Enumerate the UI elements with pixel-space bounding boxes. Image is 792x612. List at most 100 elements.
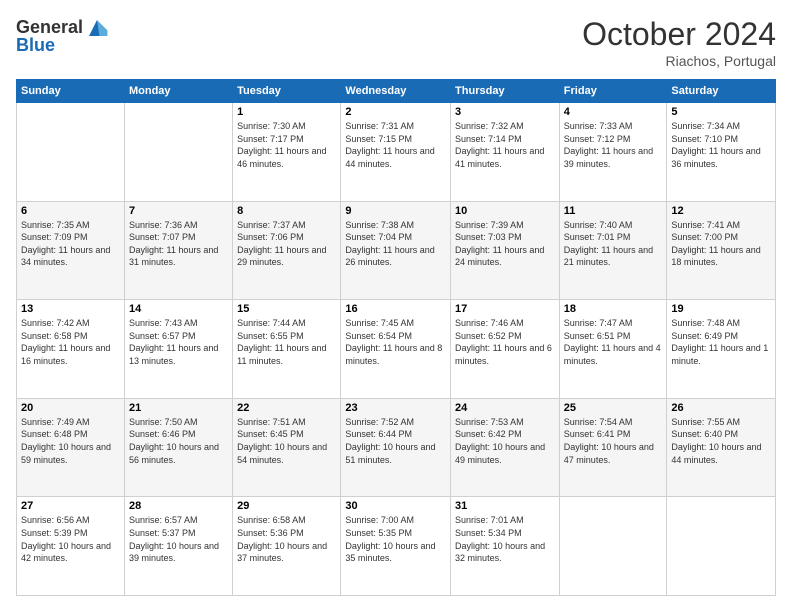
day-number-19: 19 [671,303,771,315]
day-number-25: 25 [564,402,663,414]
day-number-8: 8 [237,205,336,217]
header-thursday: Thursday [451,80,560,103]
month-title: October 2024 [582,16,776,53]
day-info-20: Sunrise: 7:49 AM Sunset: 6:48 PM Dayligh… [21,416,120,466]
title-block: October 2024 Riachos, Portugal [582,16,776,69]
day-number-26: 26 [671,402,771,414]
calendar-cell-0-5: 4 Sunrise: 7:33 AM Sunset: 7:12 PM Daylig… [559,103,667,202]
calendar-cell-1-5: 11 Sunrise: 7:40 AM Sunset: 7:01 PM Dayli… [559,201,667,300]
day-number-9: 9 [345,205,446,217]
header-wednesday: Wednesday [341,80,451,103]
day-number-1: 1 [237,106,336,118]
day-number-17: 17 [455,303,555,315]
calendar-cell-3-6: 26 Sunrise: 7:55 AM Sunset: 6:40 PM Dayli… [667,398,776,497]
day-number-21: 21 [129,402,228,414]
day-number-4: 4 [564,106,663,118]
calendar-cell-2-5: 18 Sunrise: 7:47 AM Sunset: 6:51 PM Dayli… [559,300,667,399]
calendar-cell-3-4: 24 Sunrise: 7:53 AM Sunset: 6:42 PM Dayli… [451,398,560,497]
calendar-cell-4-1: 28Sunrise: 6:57 AM Sunset: 5:37 PM Dayli… [124,497,232,596]
day-info-26: Sunrise: 7:55 AM Sunset: 6:40 PM Dayligh… [671,416,771,466]
day-info-8: Sunrise: 7:37 AM Sunset: 7:06 PM Dayligh… [237,219,336,269]
header-monday: Monday [124,80,232,103]
calendar-cell-2-6: 19 Sunrise: 7:48 AM Sunset: 6:49 PM Dayli… [667,300,776,399]
calendar-cell-1-0: 6Sunrise: 7:35 AM Sunset: 7:09 PM Daylig… [17,201,125,300]
calendar-table: Sunday Monday Tuesday Wednesday Thursday… [16,79,776,596]
logo-icon [85,16,109,40]
header: General Blue October 2024 Riachos, Portu… [16,16,776,69]
calendar-cell-4-5 [559,497,667,596]
day-number-22: 22 [237,402,336,414]
day-info-13: Sunrise: 7:42 AM Sunset: 6:58 PM Dayligh… [21,317,120,367]
day-number-29: 29 [237,500,336,512]
calendar-cell-1-6: 12Sunrise: 7:41 AM Sunset: 7:00 PM Dayli… [667,201,776,300]
day-number-27: 27 [21,500,120,512]
calendar-cell-4-3: 30 Sunrise: 7:00 AM Sunset: 5:35 PM Dayli… [341,497,451,596]
calendar-cell-3-2: 22Sunrise: 7:51 AM Sunset: 6:45 PM Dayli… [233,398,341,497]
day-info-11: Sunrise: 7:40 AM Sunset: 7:01 PM Dayligh… [564,219,663,269]
day-info-3: Sunrise: 7:32 AM Sunset: 7:14 PM Dayligh… [455,120,555,170]
calendar-cell-1-2: 8 Sunrise: 7:37 AM Sunset: 7:06 PM Daylig… [233,201,341,300]
day-info-5: Sunrise: 7:34 AM Sunset: 7:10 PM Dayligh… [671,120,771,170]
day-info-27: Sunrise: 6:56 AM Sunset: 5:39 PM Dayligh… [21,514,120,564]
page: General Blue October 2024 Riachos, Portu… [0,0,792,612]
calendar-cell-1-1: 7 Sunrise: 7:36 AM Sunset: 7:07 PM Daylig… [124,201,232,300]
calendar-cell-1-3: 9 Sunrise: 7:38 AM Sunset: 7:04 PM Daylig… [341,201,451,300]
day-info-30: Sunrise: 7:00 AM Sunset: 5:35 PM Dayligh… [345,514,446,564]
day-number-14: 14 [129,303,228,315]
day-info-4: Sunrise: 7:33 AM Sunset: 7:12 PM Dayligh… [564,120,663,170]
week-row-0: 1 Sunrise: 7:30 AM Sunset: 7:17 PM Daylig… [17,103,776,202]
week-row-2: 13 Sunrise: 7:42 AM Sunset: 6:58 PM Dayli… [17,300,776,399]
calendar-cell-2-1: 14 Sunrise: 7:43 AM Sunset: 6:57 PM Dayli… [124,300,232,399]
location: Riachos, Portugal [582,53,776,69]
day-info-9: Sunrise: 7:38 AM Sunset: 7:04 PM Dayligh… [345,219,446,269]
logo: General Blue [16,16,109,56]
calendar-cell-4-4: 31 Sunrise: 7:01 AM Sunset: 5:34 PM Dayli… [451,497,560,596]
day-number-13: 13 [21,303,120,315]
calendar-cell-0-4: 3 Sunrise: 7:32 AM Sunset: 7:14 PM Daylig… [451,103,560,202]
day-info-7: Sunrise: 7:36 AM Sunset: 7:07 PM Dayligh… [129,219,228,269]
day-number-16: 16 [345,303,446,315]
day-number-12: 12 [671,205,771,217]
calendar-cell-2-2: 15Sunrise: 7:44 AM Sunset: 6:55 PM Dayli… [233,300,341,399]
day-number-20: 20 [21,402,120,414]
calendar-cell-0-3: 2Sunrise: 7:31 AM Sunset: 7:15 PM Daylig… [341,103,451,202]
day-number-23: 23 [345,402,446,414]
calendar-cell-0-0 [17,103,125,202]
day-number-3: 3 [455,106,555,118]
calendar-cell-4-0: 27 Sunrise: 6:56 AM Sunset: 5:39 PM Dayli… [17,497,125,596]
calendar-cell-0-1 [124,103,232,202]
day-info-16: Sunrise: 7:45 AM Sunset: 6:54 PM Dayligh… [345,317,446,367]
calendar-cell-4-6 [667,497,776,596]
calendar-cell-3-1: 21Sunrise: 7:50 AM Sunset: 6:46 PM Dayli… [124,398,232,497]
day-number-24: 24 [455,402,555,414]
day-info-17: Sunrise: 7:46 AM Sunset: 6:52 PM Dayligh… [455,317,555,367]
day-number-6: 6 [21,205,120,217]
day-info-2: Sunrise: 7:31 AM Sunset: 7:15 PM Dayligh… [345,120,446,170]
week-row-4: 27 Sunrise: 6:56 AM Sunset: 5:39 PM Dayli… [17,497,776,596]
day-number-7: 7 [129,205,228,217]
day-info-1: Sunrise: 7:30 AM Sunset: 7:17 PM Dayligh… [237,120,336,170]
day-info-14: Sunrise: 7:43 AM Sunset: 6:57 PM Dayligh… [129,317,228,367]
day-number-18: 18 [564,303,663,315]
day-info-24: Sunrise: 7:53 AM Sunset: 6:42 PM Dayligh… [455,416,555,466]
calendar-cell-2-0: 13 Sunrise: 7:42 AM Sunset: 6:58 PM Dayli… [17,300,125,399]
day-number-30: 30 [345,500,446,512]
header-saturday: Saturday [667,80,776,103]
day-number-15: 15 [237,303,336,315]
header-friday: Friday [559,80,667,103]
calendar-cell-2-3: 16 Sunrise: 7:45 AM Sunset: 6:54 PM Dayli… [341,300,451,399]
calendar-cell-3-3: 23 Sunrise: 7:52 AM Sunset: 6:44 PM Dayli… [341,398,451,497]
week-row-3: 20 Sunrise: 7:49 AM Sunset: 6:48 PM Dayli… [17,398,776,497]
day-info-18: Sunrise: 7:47 AM Sunset: 6:51 PM Dayligh… [564,317,663,367]
day-info-31: Sunrise: 7:01 AM Sunset: 5:34 PM Dayligh… [455,514,555,564]
calendar-cell-3-5: 25 Sunrise: 7:54 AM Sunset: 6:41 PM Dayli… [559,398,667,497]
calendar-cell-0-6: 5Sunrise: 7:34 AM Sunset: 7:10 PM Daylig… [667,103,776,202]
day-number-31: 31 [455,500,555,512]
calendar-cell-4-2: 29Sunrise: 6:58 AM Sunset: 5:36 PM Dayli… [233,497,341,596]
day-info-23: Sunrise: 7:52 AM Sunset: 6:44 PM Dayligh… [345,416,446,466]
day-info-19: Sunrise: 7:48 AM Sunset: 6:49 PM Dayligh… [671,317,771,367]
day-info-25: Sunrise: 7:54 AM Sunset: 6:41 PM Dayligh… [564,416,663,466]
calendar-cell-1-4: 10Sunrise: 7:39 AM Sunset: 7:03 PM Dayli… [451,201,560,300]
calendar-cell-0-2: 1 Sunrise: 7:30 AM Sunset: 7:17 PM Daylig… [233,103,341,202]
day-number-11: 11 [564,205,663,217]
